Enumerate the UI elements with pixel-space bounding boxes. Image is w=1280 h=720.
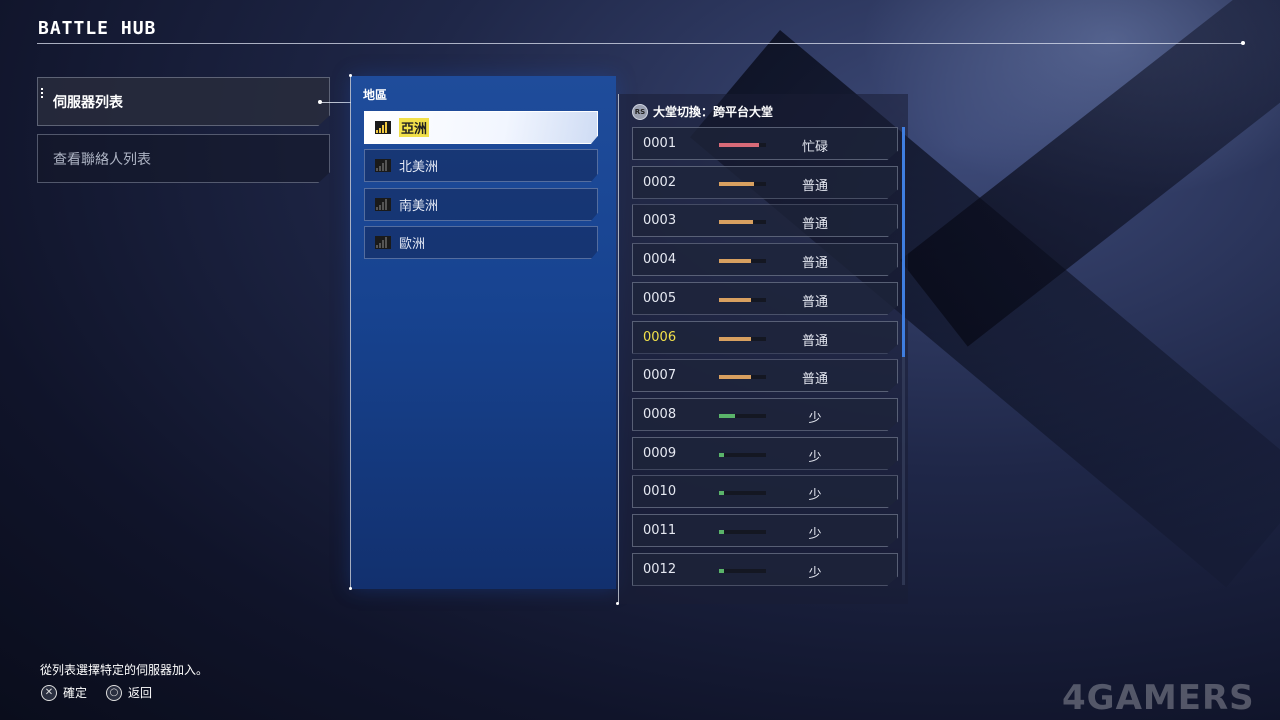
server-id: 0009	[643, 445, 677, 461]
server-load-fill	[719, 413, 735, 418]
server-load-bar	[719, 143, 766, 147]
server-id: 0007	[643, 368, 677, 384]
menu-item-label: 查看聯絡人列表	[53, 151, 151, 168]
server-id: 0008	[643, 406, 677, 422]
server-row[interactable]: 0004 普通	[632, 243, 898, 277]
server-load-fill	[719, 452, 724, 457]
server-list-scrollbar[interactable]	[902, 127, 905, 585]
panel-corner-dot	[349, 74, 352, 77]
server-row[interactable]: 0007 普通	[632, 359, 898, 393]
server-row[interactable]: 0005 普通	[632, 281, 898, 315]
region-label: 北美洲	[399, 160, 439, 175]
server-load-bar	[719, 530, 766, 534]
server-load-bar	[719, 568, 766, 573]
server-row[interactable]: 0012 少	[632, 552, 898, 586]
server-id: 0004	[643, 252, 677, 268]
region-label: 歐洲	[399, 237, 426, 252]
server-load-bar	[719, 491, 766, 496]
signal-strength-icon	[375, 159, 391, 172]
server-id: 0012	[643, 561, 677, 577]
server-load-bar	[719, 181, 766, 186]
server-load-fill	[719, 530, 724, 534]
server-status: 少	[808, 410, 822, 426]
server-load-fill	[719, 220, 753, 225]
selection-marker	[41, 88, 45, 98]
server-status: 普通	[801, 256, 828, 272]
server-status: 普通	[801, 333, 828, 349]
server-row[interactable]: 0001 忙碌	[632, 127, 898, 160]
server-id: 0003	[643, 213, 677, 229]
region-item-south-america[interactable]: 南美洲	[364, 188, 598, 221]
server-load-bar	[719, 259, 766, 264]
region-label: 亞洲	[399, 118, 430, 137]
lobby-switch-icon: RS	[632, 103, 648, 120]
server-load-fill	[719, 259, 751, 264]
scrollbar-thumb[interactable]	[902, 127, 905, 357]
menu-item-label: 伺服器列表	[53, 94, 123, 111]
server-id: 0006	[643, 329, 677, 345]
server-row[interactable]: 0008 少	[632, 397, 898, 431]
server-id: 0001	[643, 136, 677, 151]
server-id: 0011	[643, 523, 677, 538]
region-label: 南美洲	[399, 199, 439, 214]
server-row[interactable]: 0009 少	[632, 436, 898, 470]
server-status: 普通	[801, 372, 828, 388]
server-load-bar	[719, 375, 766, 380]
server-row[interactable]: 0006 普通	[632, 320, 898, 354]
lobby-switch[interactable]: RS 大堂切換：跨平台大堂	[632, 103, 773, 120]
signal-strength-icon	[375, 236, 391, 249]
server-status: 少	[808, 449, 822, 465]
server-load-fill	[719, 143, 759, 147]
server-status: 忙碌	[801, 140, 828, 155]
region-panel: 地區 亞洲 北美洲 南美洲 歐洲	[350, 76, 616, 589]
server-load-fill	[719, 297, 751, 302]
server-row[interactable]: 0011 少	[632, 514, 898, 547]
region-title: 地區	[363, 88, 388, 102]
server-status: 普通	[801, 294, 828, 310]
server-id: 0002	[643, 174, 677, 190]
watermark-logo: 4GAMERS	[1062, 678, 1255, 718]
panel-corner-dot	[616, 602, 619, 605]
server-status: 少	[808, 565, 822, 581]
server-load-fill	[719, 568, 724, 573]
server-row[interactable]: 0003 普通	[632, 204, 898, 238]
server-status: 少	[808, 527, 822, 542]
server-id: 0005	[643, 290, 677, 306]
panel-corner-dot	[349, 587, 352, 590]
header-divider	[37, 41, 1245, 45]
server-row[interactable]: 0010 少	[632, 475, 898, 509]
server-load-bar	[719, 336, 766, 341]
cross-button-icon: ✕	[41, 684, 57, 701]
server-load-bar	[719, 220, 766, 225]
server-load-fill	[719, 181, 754, 186]
menu-item-contact-list[interactable]: 查看聯絡人列表	[37, 134, 330, 183]
confirm-label: 確定	[63, 686, 88, 700]
region-item-europe[interactable]: 歐洲	[364, 226, 598, 259]
server-row[interactable]: 0002 普通	[632, 165, 898, 199]
back-label: 返回	[128, 686, 153, 700]
server-status: 少	[808, 488, 822, 504]
menu-item-server-list[interactable]: 伺服器列表	[37, 77, 330, 126]
server-panel: RS 大堂切換：跨平台大堂 0001 忙碌 0002 普通 0003 普通 0004 普通 00…	[618, 94, 908, 604]
server-load-bar	[719, 452, 766, 457]
server-load-bar	[719, 413, 766, 418]
menu-connector-line	[318, 100, 352, 104]
server-id: 0010	[643, 484, 677, 500]
page-title: BATTLE HUB	[38, 18, 157, 39]
signal-strength-icon	[375, 198, 391, 211]
server-load-fill	[719, 375, 751, 380]
server-load-bar	[719, 297, 766, 302]
circle-button-icon: ○	[106, 684, 122, 701]
region-item-north-america[interactable]: 北美洲	[364, 149, 598, 182]
lobby-switch-label: 大堂切換：跨平台大堂	[653, 105, 774, 119]
back-button[interactable]: ○ 返回	[106, 684, 152, 701]
server-load-fill	[719, 491, 724, 496]
help-text: 從列表選擇特定的伺服器加入。	[40, 663, 209, 677]
confirm-button[interactable]: ✕ 確定	[41, 684, 87, 701]
server-status: 普通	[801, 217, 828, 233]
server-status: 普通	[801, 178, 828, 194]
server-load-fill	[719, 336, 751, 341]
signal-strength-icon	[375, 121, 391, 134]
region-item-asia[interactable]: 亞洲	[364, 111, 598, 144]
